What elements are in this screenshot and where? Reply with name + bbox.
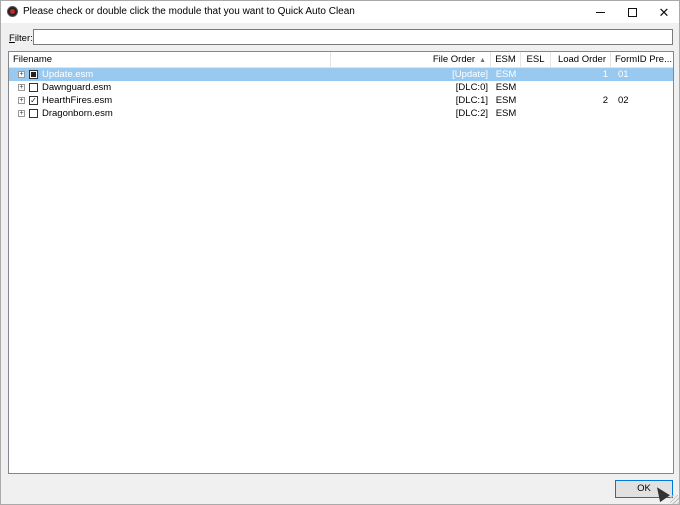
row-checkbox[interactable] <box>29 109 38 118</box>
column-header-label: FormID Pre... <box>615 54 673 65</box>
quick-auto-clean-dialog: Please check or double click the module … <box>0 0 680 505</box>
table-row[interactable]: + Dawnguard.esm [DLC:0] ESM <box>9 81 673 94</box>
cell-formid-prefix <box>615 107 673 120</box>
maximize-button[interactable] <box>616 1 648 23</box>
cell-esl <box>521 81 551 94</box>
filter-label-text: ilter: <box>14 33 33 44</box>
list-header: Filename File Order ▲ ESM ESL Load Order … <box>9 52 673 68</box>
cell-file-order: [DLC:1] <box>455 95 488 106</box>
window-title: Please check or double click the module … <box>23 6 355 17</box>
table-row[interactable]: + Dragonborn.esm [DLC:2] ESM <box>9 107 673 120</box>
cell-esm: ESM <box>495 69 517 80</box>
cell-esm: ESM <box>495 108 517 119</box>
cell-file-order: [DLC:0] <box>455 82 488 93</box>
row-checkbox[interactable] <box>29 70 38 79</box>
cell-filename: HearthFires.esm <box>42 95 113 106</box>
table-row[interactable]: + ✓ HearthFires.esm [DLC:1] ESM 2 02 <box>9 94 673 107</box>
column-header-label: ESM <box>495 54 516 65</box>
column-header-load-order[interactable]: Load Order <box>551 52 611 68</box>
column-header-label: Filename <box>13 54 53 65</box>
cell-filename: Dawnguard.esm <box>42 82 112 93</box>
column-header-file-order[interactable]: File Order ▲ <box>331 52 491 68</box>
maximize-icon <box>627 7 637 17</box>
filter-input[interactable] <box>33 29 673 45</box>
cell-file-order: [DLC:2] <box>455 108 488 119</box>
close-icon: ✕ <box>658 4 670 20</box>
minimize-button[interactable] <box>584 1 616 23</box>
expand-icon[interactable]: + <box>18 71 25 78</box>
column-header-formid-prefix[interactable]: FormID Pre... <box>611 52 673 68</box>
cell-formid-prefix: 02 <box>618 95 629 106</box>
cell-esm: ESM <box>495 95 517 106</box>
cell-load-order: 1 <box>602 69 608 80</box>
cell-esl <box>521 107 551 120</box>
column-header-esm[interactable]: ESM <box>491 52 521 68</box>
filter-label: Filter: <box>9 33 33 44</box>
column-header-label: File Order <box>432 54 476 65</box>
column-header-label: Load Order <box>557 54 606 65</box>
column-header-label: ESL <box>526 54 545 65</box>
row-checkbox[interactable] <box>29 83 38 92</box>
expand-icon[interactable]: + <box>18 84 25 91</box>
expand-icon[interactable]: + <box>18 110 25 117</box>
cell-formid-prefix <box>615 81 673 94</box>
close-button[interactable]: ✕ <box>648 1 680 23</box>
checkmark-icon: ✓ <box>30 96 37 105</box>
cell-filename: Update.esm <box>42 69 94 80</box>
table-row[interactable]: + Update.esm [Update] ESM 1 01 <box>9 68 673 81</box>
cell-esl <box>521 68 551 81</box>
cell-filename: Dragonborn.esm <box>42 108 113 119</box>
module-list[interactable]: Filename File Order ▲ ESM ESL Load Order … <box>8 51 674 474</box>
expand-icon[interactable]: + <box>18 97 25 104</box>
resize-grip[interactable] <box>670 495 679 504</box>
row-checkbox[interactable]: ✓ <box>29 96 38 105</box>
column-header-esl[interactable]: ESL <box>521 52 551 68</box>
cell-esm: ESM <box>495 82 517 93</box>
cell-esl <box>521 94 551 107</box>
title-bar[interactable]: Please check or double click the module … <box>1 1 679 23</box>
column-header-filename[interactable]: Filename <box>9 52 331 68</box>
app-icon <box>7 6 18 17</box>
cell-load-order <box>551 81 611 94</box>
minimize-icon <box>595 11 605 13</box>
sort-ascending-icon: ▲ <box>479 57 486 64</box>
cell-load-order <box>551 107 611 120</box>
cell-formid-prefix: 01 <box>618 69 629 80</box>
cell-load-order: 2 <box>602 95 608 106</box>
cell-file-order: [Update] <box>452 69 488 80</box>
